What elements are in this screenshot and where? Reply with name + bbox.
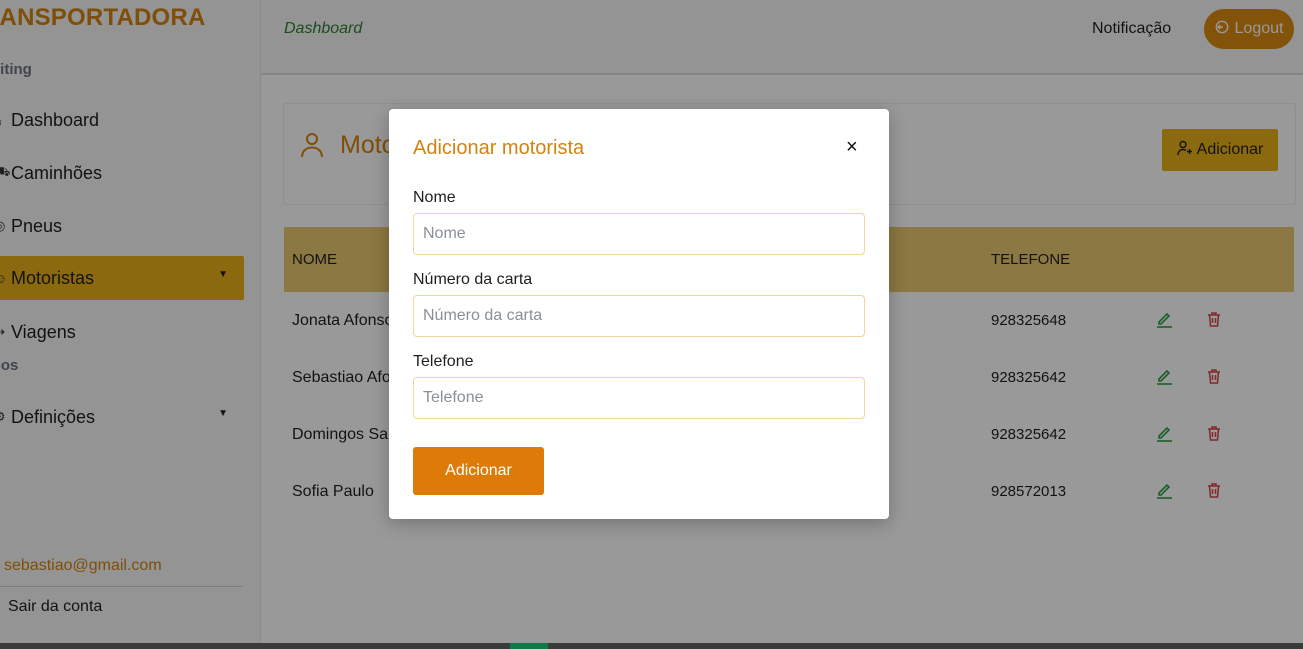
numero-carta-input[interactable]	[413, 295, 865, 337]
nome-input[interactable]	[413, 213, 865, 255]
numero-carta-label: Número da carta	[413, 271, 533, 288]
telefone-input[interactable]	[413, 377, 865, 419]
submit-button[interactable]: Adicionar	[413, 447, 544, 495]
bottom-strip-segment	[510, 643, 548, 649]
add-driver-modal: Adicionar motorista × Nome Número da car…	[389, 109, 889, 519]
bottom-strip	[0, 643, 1303, 649]
nome-label: Nome	[413, 189, 456, 206]
close-icon[interactable]: ×	[846, 137, 858, 157]
telefone-label: Telefone	[413, 353, 474, 370]
modal-title: Adicionar motorista	[413, 137, 585, 159]
